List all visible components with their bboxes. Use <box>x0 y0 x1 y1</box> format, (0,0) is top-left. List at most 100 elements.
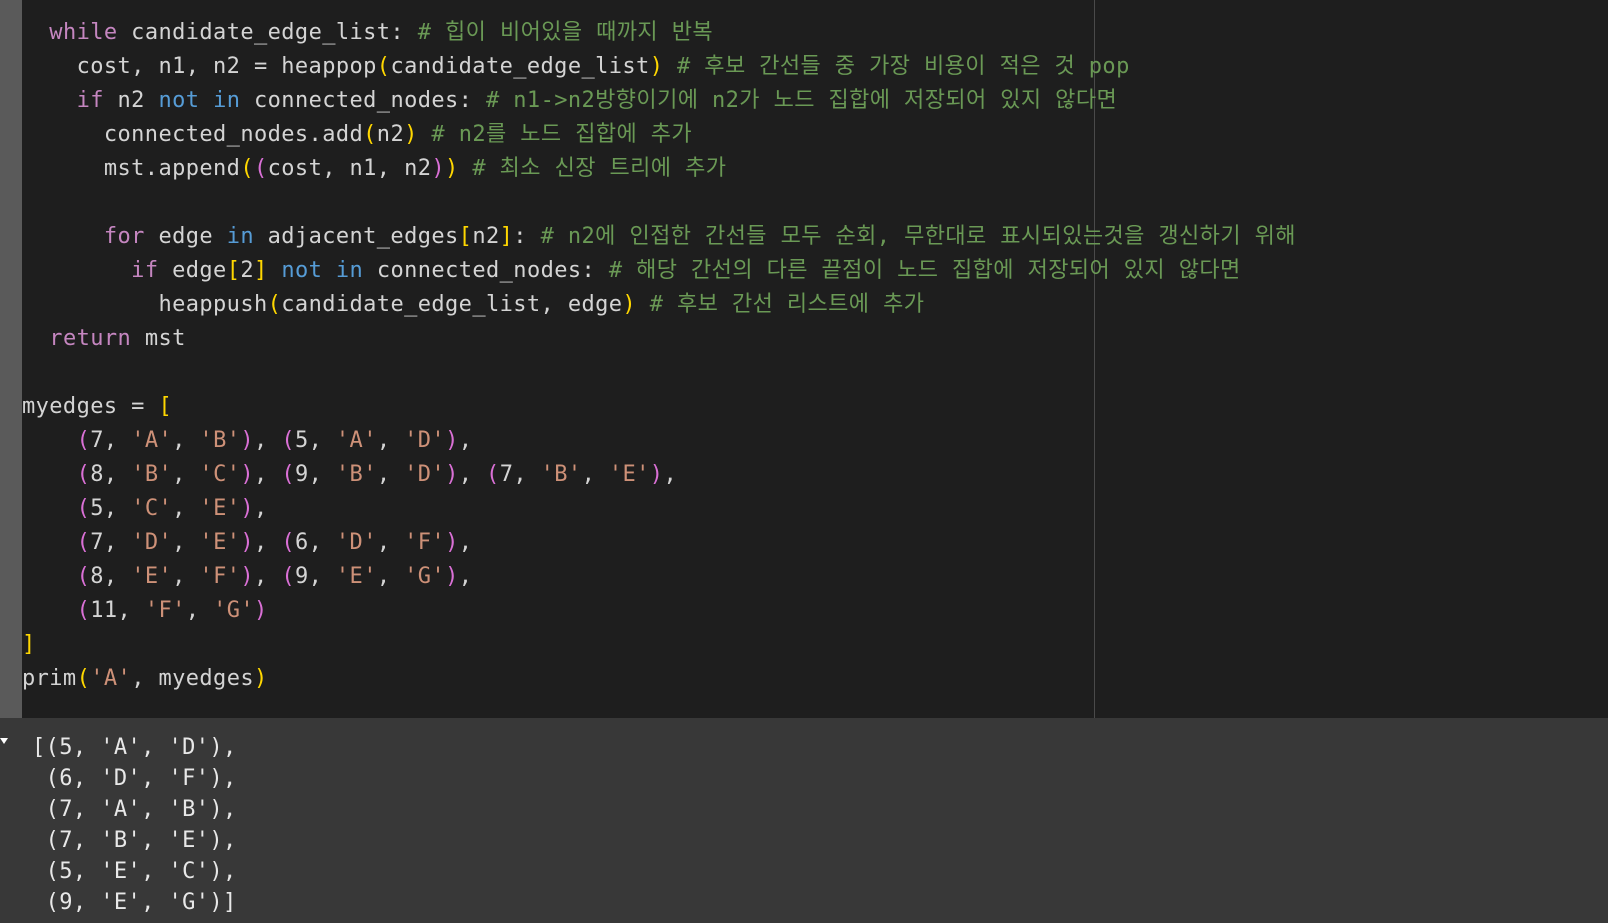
code-token: ( <box>76 496 91 521</box>
code-token: # n2에 인접한 간선들 모두 순회, 무한대로 표시되있는것을 갱신하기 위… <box>540 224 1296 249</box>
code-token: , <box>458 564 473 589</box>
code-token: connected_nodes.add <box>22 122 364 147</box>
code-token: return <box>49 326 132 351</box>
code-token: edge <box>144 224 227 249</box>
code-token: adjacent_edges <box>253 224 459 249</box>
code-token: 'B' <box>199 428 241 453</box>
code-token: # n2를 노드 집합에 추가 <box>431 122 693 147</box>
code-token: 'B' <box>335 462 377 487</box>
code-token: ( <box>76 564 91 589</box>
code-token: ( <box>76 666 91 691</box>
code-token: 'D' <box>335 530 377 555</box>
code-token: ( <box>281 564 295 589</box>
code-line: (8, 'B', 'C'), (9, 'B', 'D'), (7, 'B', '… <box>22 458 1296 492</box>
code-line: (7, 'A', 'B'), (5, 'A', 'D'), <box>22 424 1296 458</box>
code-token: , <box>254 462 282 487</box>
code-token: n2 <box>376 122 405 147</box>
code-token: ( <box>76 462 91 487</box>
code-token: ) <box>649 462 664 487</box>
code-cell-editor[interactable]: while candidate_edge_list: # 힙이 비어있을 때까지… <box>22 0 1608 718</box>
collapse-arrow-icon[interactable] <box>0 738 8 744</box>
code-token: 'A' <box>90 666 132 691</box>
code-token: while <box>49 20 118 45</box>
code-token: ( <box>76 428 91 453</box>
code-token: edge <box>158 258 227 283</box>
code-line: prim('A', myedges) <box>22 662 1296 696</box>
code-token: heappush <box>22 292 268 317</box>
code-token: ] <box>254 258 268 283</box>
code-token: # n1->n2방향이기에 n2가 노드 집합에 저장되어 있지 않다면 <box>485 88 1118 113</box>
code-line: (5, 'C', 'E'), <box>22 492 1296 526</box>
code-token: , <box>376 462 405 487</box>
code-token: 2 <box>240 258 255 283</box>
code-token: ) <box>649 54 664 79</box>
code-line: (7, 'D', 'E'), (6, 'D', 'F'), <box>22 526 1296 560</box>
code-token: 'A' <box>131 428 173 453</box>
code-line: if n2 not in connected_nodes: # n1->n2방향… <box>22 84 1296 118</box>
code-token: 'C' <box>199 462 241 487</box>
code-token: 'F' <box>404 530 446 555</box>
code-token: # 힙이 비어있을 때까지 반복 <box>417 20 714 45</box>
code-line: (11, 'F', 'G') <box>22 594 1296 628</box>
code-token: 'D' <box>131 530 173 555</box>
output-line: (7, 'A', 'B'), <box>32 797 237 822</box>
code-token: for <box>103 224 145 249</box>
code-token: 'G' <box>213 598 255 623</box>
code-token: , <box>185 598 214 623</box>
code-token: ( <box>253 156 268 181</box>
code-token: 'F' <box>199 564 241 589</box>
code-token: : <box>513 224 541 249</box>
code-token: , <box>172 428 200 453</box>
code-token: ( <box>76 530 91 555</box>
output-text: [(5, 'A', 'D'), (6, 'D', 'F'), (7, 'A', … <box>32 732 237 918</box>
output-line: (7, 'B', 'E'), <box>32 828 237 853</box>
code-token: ) <box>254 666 268 691</box>
code-token: , <box>458 530 473 555</box>
code-token: , <box>172 496 200 521</box>
code-token: 'E' <box>131 564 173 589</box>
code-token: 7, <box>499 462 541 487</box>
code-line: heappush(candidate_edge_list, edge) # 후보… <box>22 288 1296 322</box>
code-token: mst <box>131 326 186 351</box>
code-token: # 후보 간선 리스트에 추가 <box>649 292 925 317</box>
code-token: connected_nodes: <box>363 258 609 283</box>
code-token: , <box>376 428 405 453</box>
code-token: , <box>458 428 473 453</box>
code-token: ) <box>622 292 637 317</box>
code-lines[interactable]: while candidate_edge_list: # 힙이 비어있을 때까지… <box>22 16 1296 696</box>
code-line: cost, n1, n2 = heappop(candidate_edge_li… <box>22 50 1296 84</box>
code-token: ( <box>363 122 377 147</box>
code-token: ) <box>240 530 255 555</box>
code-token: ) <box>240 496 255 521</box>
code-token: , <box>172 462 200 487</box>
code-line: if edge[2] not in connected_nodes: # 해당 … <box>22 254 1296 288</box>
code-token: 7, <box>90 428 132 453</box>
code-token: ) <box>445 564 459 589</box>
code-token: 5, <box>90 496 132 521</box>
code-token: ( <box>267 292 282 317</box>
code-token: mst.append <box>22 156 241 181</box>
code-token: # 후보 간선들 중 가장 비용이 적은 것 pop <box>677 54 1130 79</box>
code-token: 'D' <box>404 428 446 453</box>
output-line: (9, 'E', 'G')] <box>32 890 237 915</box>
code-token: 9, <box>294 564 336 589</box>
code-token: ( <box>376 54 391 79</box>
code-token: not in <box>281 258 364 283</box>
code-token: , <box>172 564 200 589</box>
code-token: if <box>131 258 159 283</box>
code-token: 11, <box>90 598 145 623</box>
code-token: 'E' <box>199 496 241 521</box>
code-token: in <box>226 224 254 249</box>
code-token: n2 <box>103 88 159 113</box>
output-line: (5, 'E', 'C'), <box>32 859 237 884</box>
code-token: 'E' <box>199 530 241 555</box>
code-token: candidate_edge_list, edge <box>281 292 623 317</box>
code-token: ( <box>281 530 295 555</box>
code-line: return mst <box>22 322 1296 356</box>
